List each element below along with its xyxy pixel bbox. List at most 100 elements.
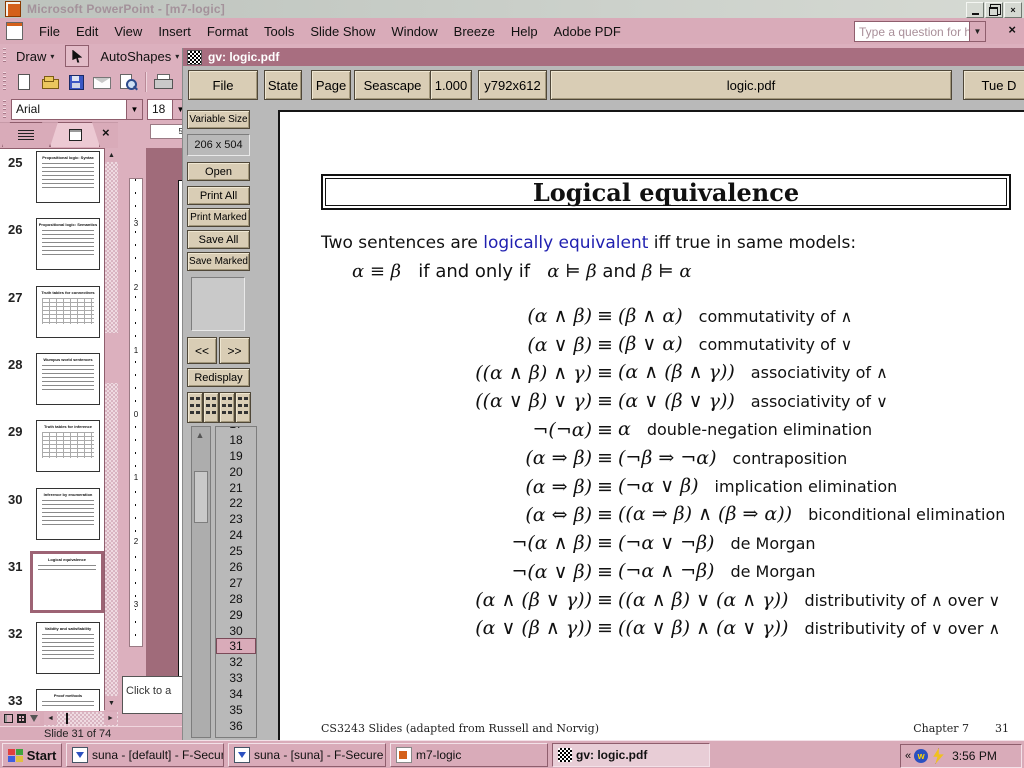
gv-page-button[interactable]: Page (311, 70, 351, 100)
autoshapes-menu-button[interactable]: AutoShapes▾ (95, 47, 184, 66)
gv-page-scrollbar[interactable]: ▲ (191, 426, 211, 738)
menu-item-view[interactable]: View (106, 21, 150, 42)
gv-page-item-35[interactable]: 35 (216, 702, 256, 718)
slide-thumbnail[interactable]: Propositional logic: Semantics (36, 218, 100, 270)
tab-outline[interactable] (2, 122, 50, 147)
gv-page-item-18[interactable]: 18 (216, 432, 256, 448)
scroll-up-icon[interactable]: ▲ (105, 148, 118, 162)
gv-next-page-button[interactable]: >> (219, 337, 250, 364)
taskbar-task[interactable]: gv: logic.pdf (552, 743, 710, 767)
taskbar-task[interactable]: suna - [default] - F-Secure... (66, 743, 224, 767)
print-icon[interactable] (152, 71, 174, 93)
gv-file-button[interactable]: File (188, 70, 258, 100)
gv-print-all-button[interactable]: Print All (187, 186, 250, 205)
gv-page-item-29[interactable]: 29 (216, 607, 256, 623)
email-icon[interactable] (91, 71, 113, 93)
gv-page-item-22[interactable]: 22 (216, 495, 256, 511)
slide-thumbnail[interactable]: Logical equivalence (30, 551, 104, 613)
close-button[interactable]: × (1004, 2, 1022, 18)
gv-state-button[interactable]: State (264, 70, 302, 100)
scroll-up-icon[interactable]: ▲ (193, 429, 207, 441)
open-folder-icon[interactable] (39, 71, 61, 93)
toolbar-grip[interactable] (3, 48, 6, 65)
media-player-tray-icon[interactable]: w (914, 749, 928, 763)
gv-page-item-20[interactable]: 20 (216, 464, 256, 480)
slide-thumbnail[interactable]: Validity and satisfiability (36, 622, 100, 674)
gv-save-all-button[interactable]: Save All (187, 230, 250, 249)
menu-item-tools[interactable]: Tools (256, 21, 302, 42)
restore-button[interactable] (985, 2, 1003, 18)
gv-page-item-31[interactable]: 31 (216, 638, 256, 654)
gv-page-item-27[interactable]: 27 (216, 575, 256, 591)
horizontal-scrollbar[interactable]: ◄ ► (44, 712, 118, 726)
gv-page-item-33[interactable]: 33 (216, 670, 256, 686)
normal-view-button[interactable] (2, 712, 14, 724)
gv-redisplay-button[interactable]: Redisplay (187, 368, 250, 387)
scrollbar-thumb[interactable] (105, 333, 118, 383)
taskbar-task[interactable]: m7-logic (390, 743, 548, 767)
gv-page-item-34[interactable]: 34 (216, 686, 256, 702)
gv-magnification-button[interactable]: 1.000 (430, 70, 472, 100)
menu-item-file[interactable]: File (31, 21, 68, 42)
gv-mark-even-button[interactable] (187, 392, 203, 423)
help-search-box[interactable]: Type a question for help ▼ (854, 21, 986, 42)
select-pointer-button[interactable] (65, 45, 89, 67)
slide-thumbnail[interactable]: Truth tables for inference (36, 420, 100, 472)
start-button[interactable]: Start (2, 743, 62, 767)
save-icon[interactable] (65, 71, 87, 93)
gv-mark-current-button[interactable] (219, 392, 235, 423)
gv-orientation-button[interactable]: Seascape (354, 70, 431, 100)
gv-page-item-32[interactable]: 32 (216, 654, 256, 670)
menu-item-edit[interactable]: Edit (68, 21, 106, 42)
tab-slides[interactable] (50, 122, 100, 147)
menu-item-slide-show[interactable]: Slide Show (302, 21, 383, 42)
taskbar-task[interactable]: suna - [suna] - F-Secure S... (228, 743, 386, 767)
gv-save-marked-button[interactable]: Save Marked (187, 252, 250, 271)
gv-page-item-23[interactable]: 23 (216, 511, 256, 527)
slide-thumbnail[interactable]: Wumpus world sentences (36, 353, 100, 405)
slideshow-view-button[interactable] (28, 712, 40, 724)
scrollbar-thumb[interactable] (194, 471, 208, 523)
menu-item-insert[interactable]: Insert (150, 21, 199, 42)
close-pane-icon[interactable]: × (102, 125, 110, 140)
slide-thumbnail[interactable]: Propositional logic: Syntax (36, 151, 100, 203)
toolbar-grip[interactable] (3, 72, 6, 92)
menu-item-help[interactable]: Help (503, 21, 546, 42)
slide-sorter-view-button[interactable] (15, 712, 27, 724)
gv-page-item-24[interactable]: 24 (216, 527, 256, 543)
menu-item-format[interactable]: Format (199, 21, 256, 42)
toolbar-grip[interactable] (3, 100, 6, 118)
new-document-icon[interactable] (13, 71, 35, 93)
gv-page-item-30[interactable]: 30 (216, 623, 256, 639)
slide-thumbnail[interactable]: Proof methods (36, 689, 100, 711)
gv-titlebar[interactable]: gv: logic.pdf (183, 48, 1024, 66)
menu-item-breeze[interactable]: Breeze (446, 21, 503, 42)
gv-print-marked-button[interactable]: Print Marked (187, 208, 250, 227)
gv-previous-page-button[interactable]: << (187, 337, 217, 364)
gv-page-item-19[interactable]: 19 (216, 448, 256, 464)
notes-pane[interactable]: Click to a (122, 676, 184, 714)
close-presentation-icon[interactable]: × (1008, 22, 1016, 37)
gv-open-button[interactable]: Open (187, 162, 250, 181)
chevron-down-icon[interactable]: ▼ (969, 22, 985, 41)
slide-thumbnail[interactable]: Truth tables for connectives (36, 286, 100, 338)
scroll-right-icon[interactable]: ► (104, 712, 117, 725)
gv-page-item-37[interactable]: 37 (216, 734, 256, 738)
minimize-button[interactable] (966, 2, 984, 18)
scroll-left-icon[interactable]: ◄ (44, 712, 57, 725)
scrollbar-thumb[interactable] (66, 713, 68, 724)
scroll-down-icon[interactable]: ▼ (105, 696, 118, 710)
font-name-combo[interactable]: Arial ▼ (11, 99, 143, 120)
menu-item-window[interactable]: Window (383, 21, 445, 42)
gv-page-item-21[interactable]: 21 (216, 480, 256, 496)
gv-media-button[interactable]: y792x612 (478, 70, 547, 100)
gv-page-item-26[interactable]: 26 (216, 559, 256, 575)
powerpoint-titlebar[interactable]: Microsoft PowerPoint - [m7-logic] × (0, 0, 1024, 18)
menu-item-adobe-pdf[interactable]: Adobe PDF (546, 21, 629, 42)
draw-menu-button[interactable]: Draw▾ (11, 47, 59, 66)
chevron-left-icon[interactable]: « (905, 750, 911, 762)
gv-page-item-36[interactable]: 36 (216, 718, 256, 734)
chevron-down-icon[interactable]: ▼ (126, 100, 142, 119)
antivirus-tray-icon[interactable] (931, 748, 945, 764)
gv-page-item-25[interactable]: 25 (216, 543, 256, 559)
